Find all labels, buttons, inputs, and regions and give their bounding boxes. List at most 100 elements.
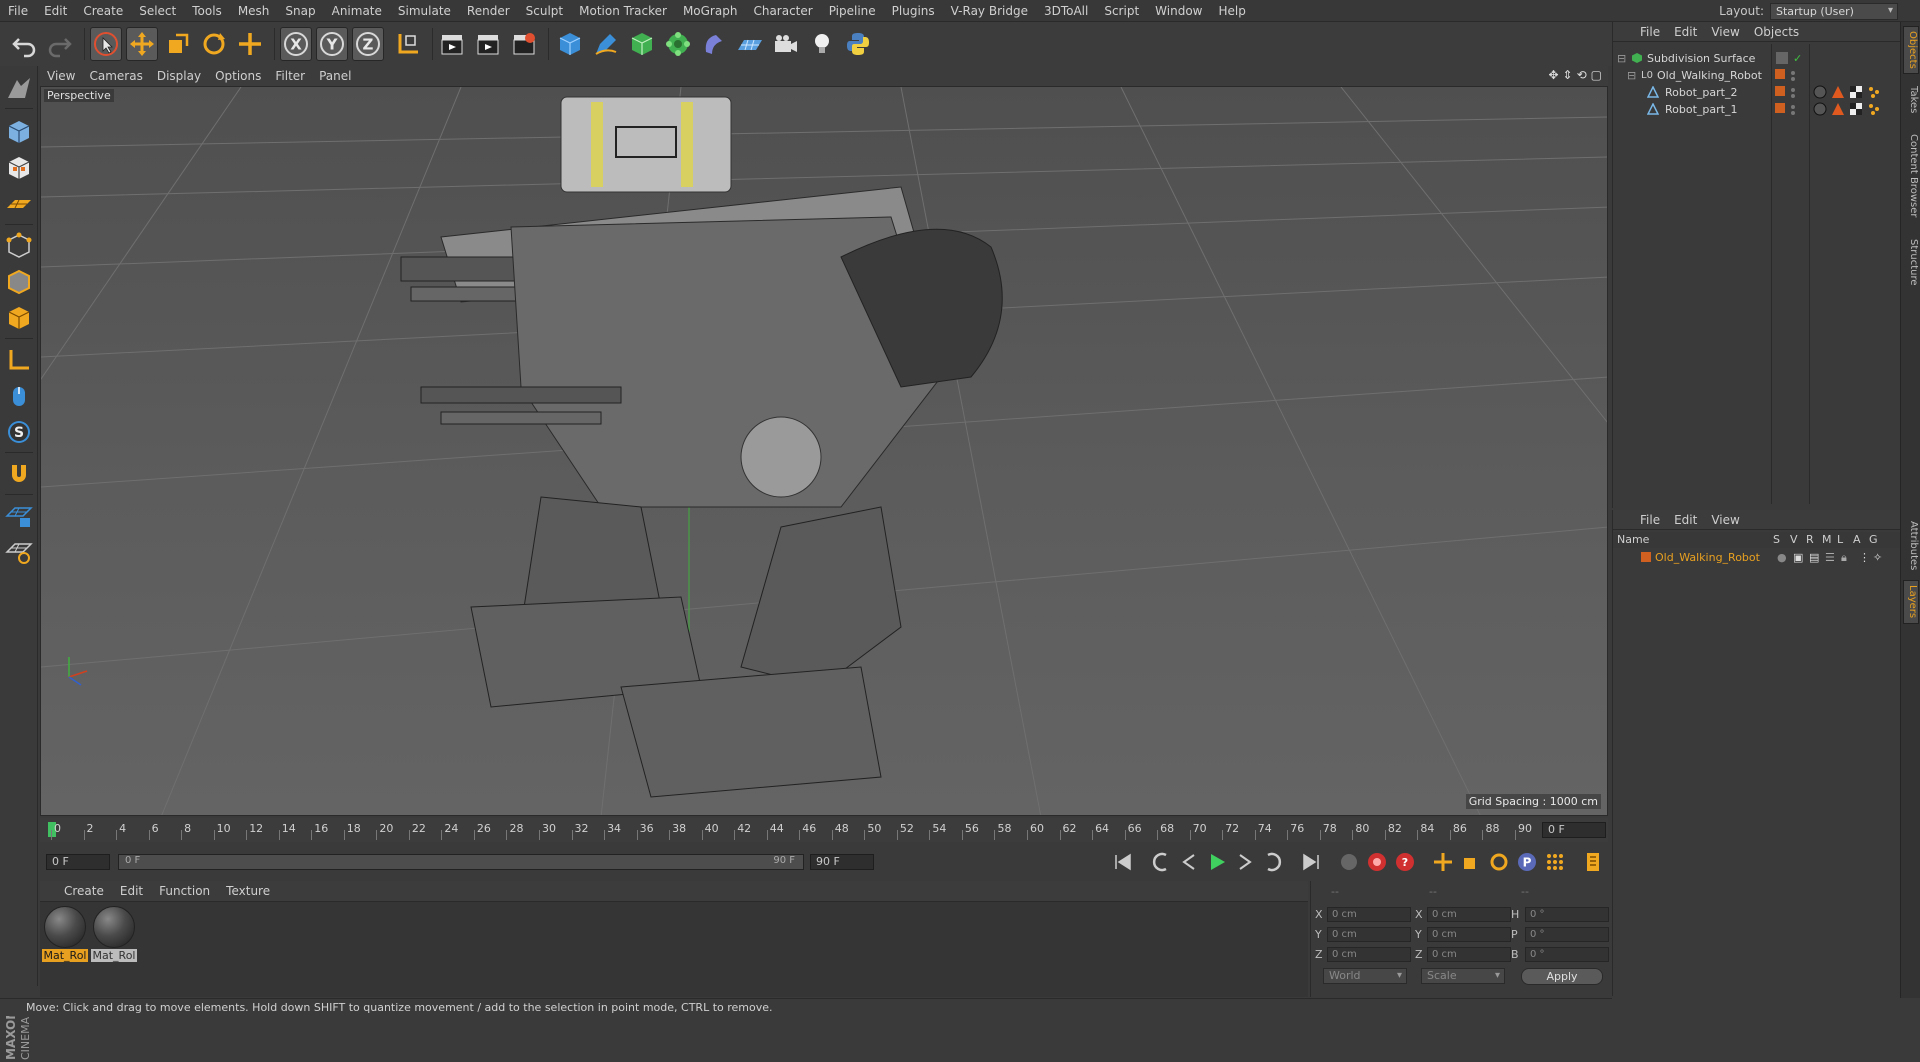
scale-key-button[interactable] — [1458, 850, 1484, 874]
rotate-tool-button[interactable] — [198, 27, 230, 61]
selection-tag-icon[interactable] — [1867, 85, 1881, 99]
layer-color-swatch[interactable] — [1775, 69, 1785, 79]
make-editable-button[interactable] — [3, 72, 35, 104]
add-spline-pen-button[interactable] — [590, 27, 622, 61]
size-y-field[interactable]: 0 cm — [1427, 927, 1511, 942]
menu-item[interactable]: Create — [75, 4, 131, 18]
live-selection-button[interactable] — [90, 27, 122, 61]
pos-x-field[interactable]: 0 cm — [1327, 907, 1411, 922]
scale-tool-button[interactable] — [162, 27, 194, 61]
axis-mode-button[interactable] — [3, 344, 35, 376]
workplane-mode-button[interactable] — [3, 188, 35, 220]
coordinate-system-button[interactable] — [392, 27, 424, 61]
undo-button[interactable] — [8, 27, 40, 61]
phong-tag-icon[interactable] — [1831, 102, 1845, 116]
menu-item[interactable]: Pipeline — [821, 4, 884, 18]
uvw-tag-icon[interactable] — [1849, 85, 1863, 99]
render-settings-button[interactable] — [508, 27, 540, 61]
view-toggle-icon[interactable]: ▣ — [1793, 549, 1803, 566]
z-axis-lock-button[interactable]: Z — [352, 27, 384, 61]
size-x-field[interactable]: 0 cm — [1427, 907, 1511, 922]
tree-row-subdivision-surface[interactable]: ⊟ Subdivision Surface ✓ — [1613, 50, 1901, 67]
layer-column-header[interactable]: G — [1869, 533, 1878, 546]
render-to-picture-viewer-button[interactable] — [472, 27, 504, 61]
material-menu-item[interactable]: Create — [56, 884, 112, 898]
autokeying-button[interactable]: ? — [1392, 850, 1418, 874]
start-frame-field[interactable]: 0 F — [46, 854, 110, 870]
object-menu-item[interactable]: View — [1704, 25, 1746, 39]
viewport-menu-item[interactable]: View — [40, 69, 82, 83]
tab-takes[interactable]: Takes — [1903, 80, 1919, 120]
maximize-view-icon[interactable]: ▢ — [1591, 68, 1602, 82]
record-active-objects-button[interactable] — [1364, 850, 1390, 874]
pan-icon[interactable]: ✥ — [1548, 68, 1558, 82]
go-to-end-button[interactable] — [1298, 850, 1324, 874]
size-z-field[interactable]: 0 cm — [1427, 947, 1511, 962]
menu-item[interactable]: V-Ray Bridge — [943, 4, 1036, 18]
layer-color-swatch[interactable] — [1775, 86, 1785, 96]
layer-column-header[interactable]: M — [1822, 533, 1832, 546]
material-menu-item[interactable]: Function — [151, 884, 218, 898]
material-tag-icon[interactable] — [1813, 102, 1827, 116]
layer-column-header[interactable]: S — [1773, 533, 1780, 546]
menu-item[interactable]: MoGraph — [675, 4, 746, 18]
generator-toggle-icon[interactable]: ✧ — [1873, 549, 1882, 566]
material-swatch[interactable]: Mat_Rol — [91, 906, 137, 966]
planar-workplane-button[interactable] — [3, 536, 35, 568]
layer-column-header[interactable]: Name — [1617, 533, 1649, 546]
uvw-tag-icon[interactable] — [1849, 102, 1863, 116]
timeline-layout-button[interactable] — [1580, 850, 1606, 874]
menu-item[interactable]: Plugins — [884, 4, 943, 18]
redo-button[interactable] — [44, 27, 76, 61]
menu-item[interactable]: Edit — [36, 4, 75, 18]
camera-label[interactable]: Perspective — [44, 89, 114, 102]
layer-menu-item[interactable]: Edit — [1667, 513, 1704, 527]
layer-column-header[interactable]: L — [1837, 533, 1843, 546]
layer-column-header[interactable]: R — [1806, 533, 1814, 546]
viewport-menu-item[interactable]: Filter — [268, 69, 312, 83]
add-deformer-button[interactable] — [698, 27, 730, 61]
enabled-check-icon[interactable]: ✓ — [1793, 50, 1802, 67]
menu-item[interactable]: Animate — [324, 4, 390, 18]
tree-row-robot-part-1[interactable]: Robot_part_1 — [1613, 101, 1901, 118]
menu-item[interactable]: Sculpt — [518, 4, 571, 18]
edges-mode-button[interactable] — [3, 266, 35, 298]
tab-attributes[interactable]: Attributes — [1903, 516, 1919, 576]
tab-objects[interactable]: Objects — [1903, 26, 1919, 74]
render-toggle-icon[interactable]: ▤ — [1809, 549, 1819, 566]
visibility-toggle-icon[interactable] — [1775, 51, 1789, 65]
perspective-viewport[interactable]: Perspective Grid Spacing : 1000 cm — [40, 86, 1608, 816]
viewport-menu-item[interactable]: Cameras — [82, 69, 149, 83]
recent-tools-button[interactable] — [234, 27, 266, 61]
rot-h-field[interactable]: 0 ° — [1525, 907, 1609, 922]
layer-color-swatch[interactable] — [1775, 103, 1785, 113]
rot-b-field[interactable]: 0 ° — [1525, 947, 1609, 962]
object-menu-item[interactable]: Objects — [1747, 25, 1806, 39]
y-axis-lock-button[interactable]: Y — [316, 27, 348, 61]
material-swatch[interactable]: Mat_Rol — [42, 906, 88, 966]
menu-item[interactable]: Select — [131, 4, 184, 18]
viewport-menu-item[interactable]: Display — [150, 69, 208, 83]
tab-content-browser[interactable]: Content Browser — [1903, 126, 1919, 226]
layer-menu-item[interactable]: File — [1633, 513, 1667, 527]
layout-dropdown[interactable]: Startup (User) — [1770, 2, 1898, 20]
object-menu-item[interactable]: File — [1633, 25, 1667, 39]
pos-y-field[interactable]: 0 cm — [1327, 927, 1411, 942]
add-cube-button[interactable] — [554, 27, 586, 61]
viewport-menu-item[interactable]: Panel — [312, 69, 358, 83]
material-list[interactable]: Mat_Rol Mat_Rol — [40, 901, 1308, 997]
add-cloner-button[interactable] — [662, 27, 694, 61]
timeline-ruler[interactable]: 0 2 4 6 8 10 12 14 16 18 20 22 24 26 28 30 32 34 36 38 40 42 4… — [40, 818, 1608, 842]
material-menu-item[interactable]: Edit — [112, 884, 151, 898]
menu-item[interactable]: Tools — [184, 4, 230, 18]
layer-column-header[interactable]: V — [1790, 533, 1798, 546]
locked-workplane-button[interactable] — [3, 500, 35, 532]
object-menu-item[interactable]: Edit — [1667, 25, 1704, 39]
render-view-button[interactable] — [436, 27, 468, 61]
add-camera-button[interactable] — [770, 27, 802, 61]
viewport-menu-item[interactable]: Options — [208, 69, 268, 83]
menu-item[interactable]: Render — [459, 4, 518, 18]
tab-layers[interactable]: Layers — [1903, 580, 1919, 624]
menu-item[interactable]: Snap — [277, 4, 323, 18]
selection-tag-icon[interactable] — [1867, 102, 1881, 116]
